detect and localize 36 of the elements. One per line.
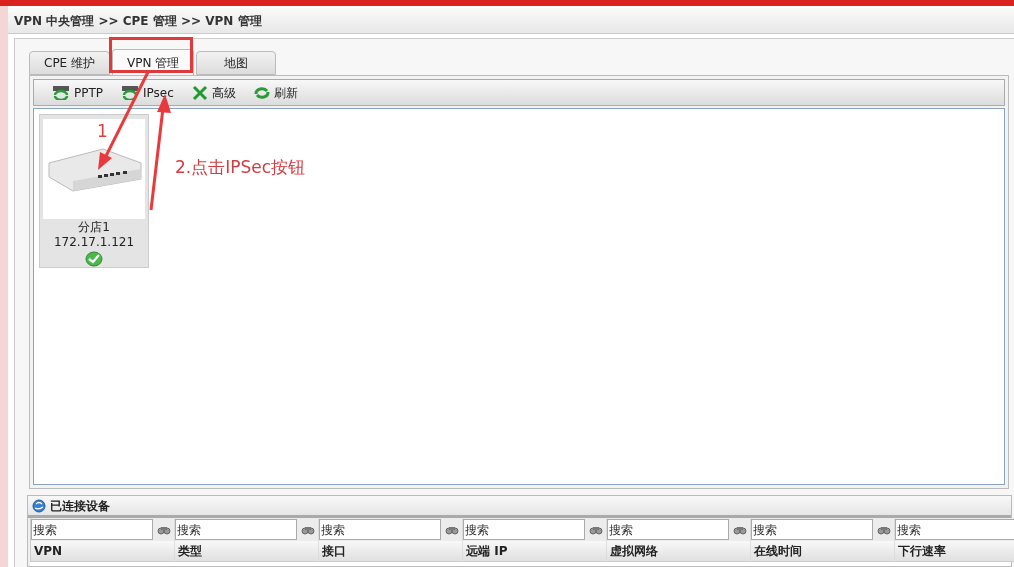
search-field[interactable]: 搜索 xyxy=(751,519,873,540)
binoculars-icon[interactable] xyxy=(877,524,891,535)
binoculars-icon[interactable] xyxy=(157,524,171,535)
binoculars-icon[interactable] xyxy=(301,524,315,535)
network-icon xyxy=(121,85,140,100)
search-field[interactable]: 搜索 xyxy=(463,519,585,540)
breadcrumb: VPN 中央管理 >> CPE 管理 >> VPN 管理 xyxy=(14,12,262,30)
globe-icon xyxy=(32,498,46,513)
search-field[interactable]: 搜索 xyxy=(895,519,1014,540)
search-field[interactable]: 搜索 xyxy=(319,519,441,540)
column-header[interactable]: VPN xyxy=(31,541,174,562)
annotation-label: 1 xyxy=(97,120,108,143)
device-name: 分店1 xyxy=(78,220,110,235)
binoculars-icon[interactable] xyxy=(445,524,459,535)
toolbar-button[interactable]: PPTP xyxy=(52,83,104,102)
network-icon xyxy=(52,85,70,100)
column-header[interactable]: 远端 IP xyxy=(463,541,606,562)
column-header[interactable]: 类型 xyxy=(175,541,318,562)
annotation-label: 2.点击IPSec按钮 xyxy=(175,156,306,179)
device-ip: 172.17.1.121 xyxy=(53,235,135,250)
binoculars-icon[interactable] xyxy=(733,524,747,535)
binoculars-icon[interactable] xyxy=(589,524,603,535)
column-header[interactable]: 虚拟网络 xyxy=(607,541,750,562)
search-field[interactable]: 搜索 xyxy=(175,519,297,540)
column-header[interactable]: 接口 xyxy=(319,541,462,562)
column-header[interactable]: 在线时间 xyxy=(751,541,894,562)
column-header[interactable]: 下行速率 xyxy=(895,541,1014,562)
search-field[interactable]: 搜索 xyxy=(31,519,153,540)
refresh-icon xyxy=(253,85,270,100)
panel-title: 已连接设备 xyxy=(50,497,110,515)
tab[interactable]: CPE 维护 xyxy=(29,51,110,75)
toolbar-button[interactable]: 高级 xyxy=(191,83,236,102)
tab[interactable]: 地图 xyxy=(196,51,277,75)
toolbar-button[interactable]: 刷新 xyxy=(253,83,298,102)
search-field[interactable]: 搜索 xyxy=(607,519,729,540)
tools-icon xyxy=(191,84,208,101)
